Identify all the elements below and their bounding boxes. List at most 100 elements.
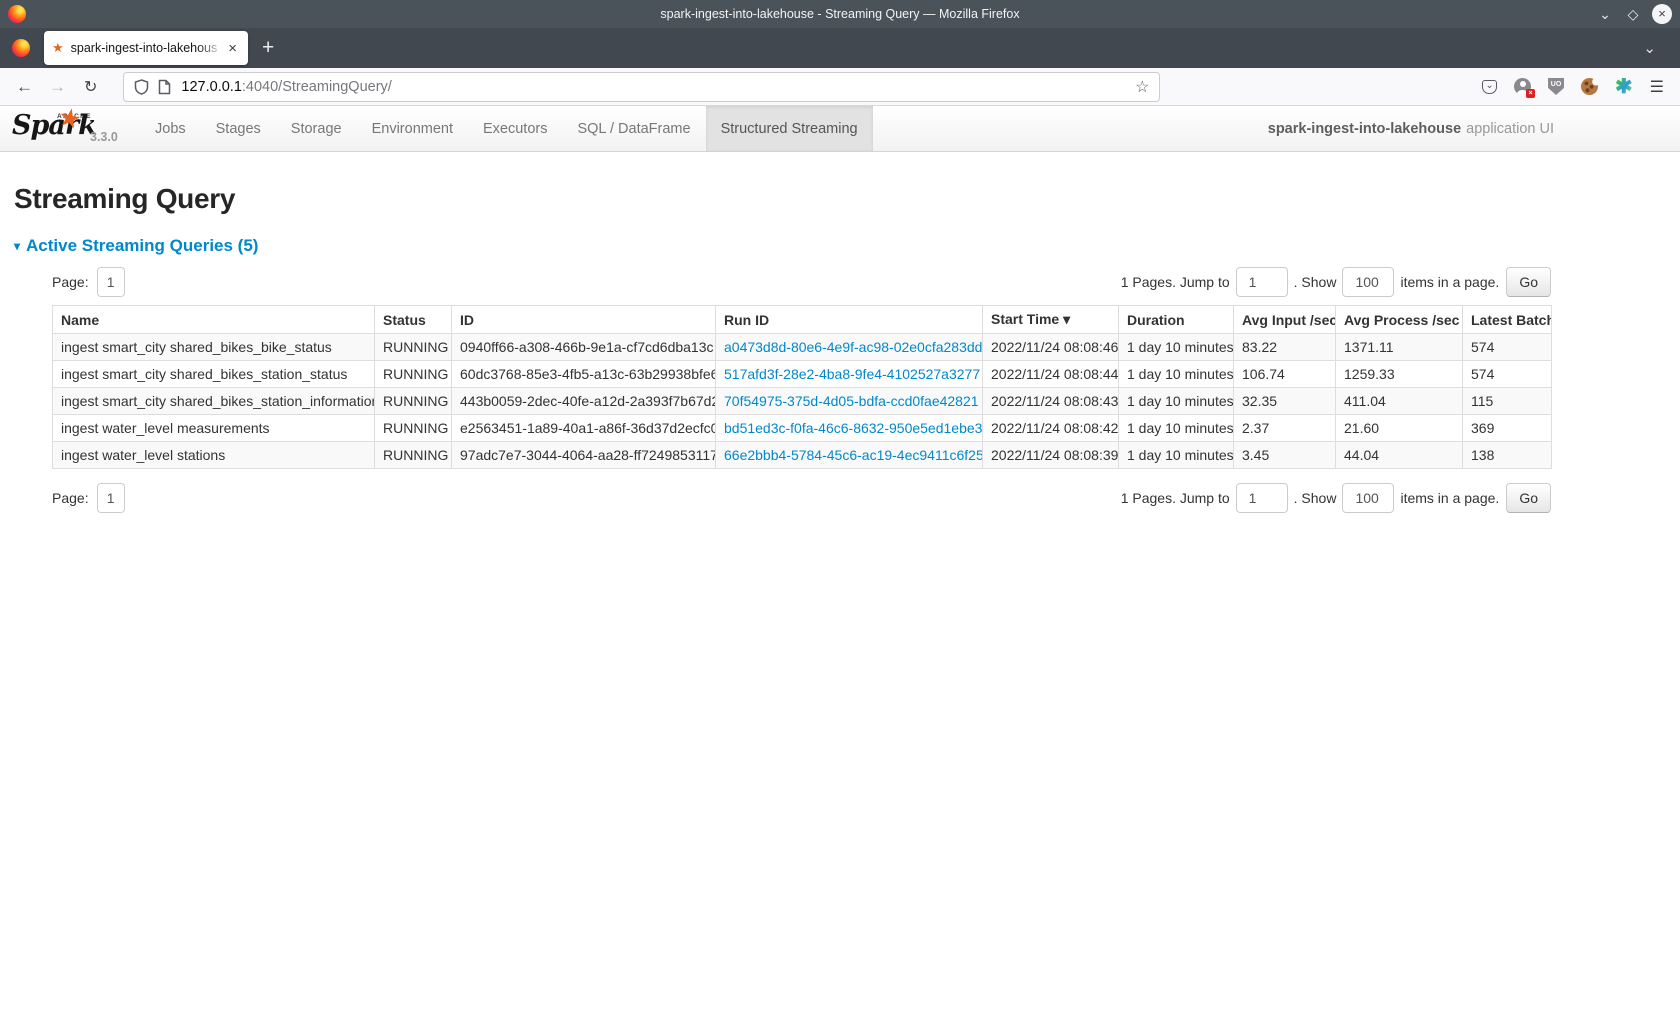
page-number-input[interactable] [97,267,125,297]
avg-input-per-sec-cell: 2.37 [1234,415,1336,442]
firefox-view-icon[interactable] [12,39,30,57]
nav-tab-structured-streaming[interactable]: Structured Streaming [706,106,873,151]
col-header-avg-process[interactable]: Avg Process /sec [1336,306,1463,334]
avg-process-per-sec-cell: 1371.11 [1336,334,1463,361]
forward-icon[interactable]: → [49,77,66,97]
spark-navbar: APACHE Spark ★ 3.3.0 Jobs Stages Storage… [0,106,1680,152]
url-text[interactable]: 127.0.0.1:4040/StreamingQuery/ [181,79,1135,95]
bookmark-star-icon[interactable]: ☆ [1135,77,1149,97]
tab-strip: ★ spark-ingest-into-lakehous × + ⌄ [0,28,1680,68]
status-cell: RUNNING [375,442,452,469]
nav-tab-executors[interactable]: Executors [468,106,562,151]
asterisk-extension-icon[interactable]: ✱ [1615,78,1633,95]
account-extension-icon[interactable]: × [1514,78,1531,95]
table-row: ingest water_level measurementsRUNNINGe2… [53,415,1552,442]
col-header-id[interactable]: ID [452,306,716,334]
run-id-link[interactable]: a0473d8d-80e6-4e9f-ac98-02e0cfa283dd [724,339,982,355]
nav-tab-jobs[interactable]: Jobs [140,106,201,151]
start-time-cell: 2022/11/24 08:08:39 [983,442,1119,469]
col-header-status[interactable]: Status [375,306,452,334]
application-name: spark-ingest-into-lakehouse [1268,121,1461,137]
name-cell: ingest smart_city shared_bikes_bike_stat… [53,334,375,361]
go-button[interactable]: Go [1506,267,1551,297]
new-tab-button[interactable]: + [262,38,274,58]
jump-to-input[interactable] [1236,483,1288,513]
nav-tab-sql-dataframe[interactable]: SQL / DataFrame [562,106,705,151]
tab-close-icon[interactable]: × [225,40,240,57]
page-label: Page: [52,274,89,290]
all-tabs-chevron-icon[interactable]: ⌄ [1643,39,1656,57]
name-cell: ingest water_level stations [53,442,375,469]
name-cell: ingest smart_city shared_bikes_station_i… [53,388,375,415]
table-header-row: Name Status ID Run ID Start Time ▾ Durat… [53,306,1552,334]
active-queries-section-toggle[interactable]: ▾ Active Streaming Queries (5) [14,236,1666,256]
status-cell: RUNNING [375,415,452,442]
table-row: ingest water_level stationsRUNNING97adc7… [53,442,1552,469]
pocket-icon[interactable]: ⌄ [1482,80,1497,94]
run-id-cell: 517afd3f-28e2-4ba8-9fe4-4102527a3277 [716,361,983,388]
ublock-origin-icon[interactable]: UO [1548,78,1564,95]
window-title: spark-ingest-into-lakehouse - Streaming … [0,7,1680,21]
run-id-link[interactable]: 70f54975-375d-4d05-bdfa-ccd0fae42821 [724,393,979,409]
col-header-name[interactable]: Name [53,306,375,334]
col-header-run-id[interactable]: Run ID [716,306,983,334]
latest-batch-cell: 574 [1463,361,1552,388]
spark-wordmark: Spark [12,110,96,141]
nav-tab-stages[interactable]: Stages [201,106,276,151]
table-row: ingest smart_city shared_bikes_bike_stat… [53,334,1552,361]
error-badge: × [1526,89,1535,98]
run-id-link[interactable]: 517afd3f-28e2-4ba8-9fe4-4102527a3277 [724,366,980,382]
jump-to-input[interactable] [1236,267,1288,297]
back-icon[interactable]: ← [16,77,33,97]
items-per-page-input[interactable] [1342,267,1394,297]
id-cell: 97adc7e7-3044-4064-aa28-ff7249853117 [452,442,716,469]
start-time-cell: 2022/11/24 08:08:46 [983,334,1119,361]
url-bar[interactable]: 127.0.0.1:4040/StreamingQuery/ ☆ [123,72,1160,102]
application-suffix: application UI [1466,121,1554,137]
spark-version: 3.3.0 [90,130,118,144]
duration-cell: 1 day 10 minutes [1119,388,1234,415]
col-header-start-time[interactable]: Start Time ▾ [983,306,1119,334]
run-id-link[interactable]: 66e2bbb4-5784-45c6-ac19-4ec9411c6f25 [724,447,983,463]
status-cell: RUNNING [375,361,452,388]
maximize-icon[interactable]: ◇ [1624,5,1642,23]
table-row: ingest smart_city shared_bikes_station_i… [53,388,1552,415]
start-time-cell: 2022/11/24 08:08:43 [983,388,1119,415]
collapse-arrow-icon: ▾ [14,239,20,253]
nav-tab-storage[interactable]: Storage [276,106,357,151]
avg-process-per-sec-cell: 411.04 [1336,388,1463,415]
nav-tab-environment[interactable]: Environment [357,106,468,151]
page-icon[interactable] [158,79,171,95]
run-id-cell: 70f54975-375d-4d05-bdfa-ccd0fae42821 [716,388,983,415]
browser-tab[interactable]: ★ spark-ingest-into-lakehous × [44,31,248,65]
id-cell: 0940ff66-a308-466b-9e1a-cf7cd6dba13c [452,334,716,361]
avg-process-per-sec-cell: 21.60 [1336,415,1463,442]
avg-input-per-sec-cell: 32.35 [1234,388,1336,415]
id-cell: e2563451-1a89-40a1-a86f-36d37d2ecfc0 [452,415,716,442]
avg-input-per-sec-cell: 106.74 [1234,361,1336,388]
go-button[interactable]: Go [1506,483,1551,513]
menu-icon[interactable]: ☰ [1650,77,1664,97]
page-number-input[interactable] [97,483,125,513]
col-header-avg-input[interactable]: Avg Input /sec [1234,306,1336,334]
duration-cell: 1 day 10 minutes [1119,415,1234,442]
items-per-page-input[interactable] [1342,483,1394,513]
latest-batch-cell: 115 [1463,388,1552,415]
run-id-cell: 66e2bbb4-5784-45c6-ac19-4ec9411c6f25 [716,442,983,469]
close-icon[interactable]: × [1652,4,1672,24]
col-header-latest-batch[interactable]: Latest Batch [1463,306,1552,334]
run-id-cell: bd51ed3c-f0fa-46c6-8632-950e5ed1ebe3 [716,415,983,442]
spark-nav-tabs: Jobs Stages Storage Environment Executor… [140,106,873,151]
spark-logo[interactable]: APACHE Spark ★ 3.3.0 [0,106,140,151]
run-id-link[interactable]: bd51ed3c-f0fa-46c6-8632-950e5ed1ebe3 [724,420,982,436]
shield-icon[interactable] [134,79,149,95]
col-header-duration[interactable]: Duration [1119,306,1234,334]
pagination-bottom: Page: 1 Pages. Jump to . Show items in a… [52,483,1551,513]
avg-process-per-sec-cell: 44.04 [1336,442,1463,469]
reload-icon[interactable]: ↻ [84,77,97,97]
name-cell: ingest smart_city shared_bikes_station_s… [53,361,375,388]
cookie-extension-icon[interactable] [1581,78,1598,95]
id-cell: 443b0059-2dec-40fe-a12d-2a393f7b67d2 [452,388,716,415]
minimize-icon[interactable]: ⌄ [1596,5,1614,23]
duration-cell: 1 day 10 minutes [1119,442,1234,469]
